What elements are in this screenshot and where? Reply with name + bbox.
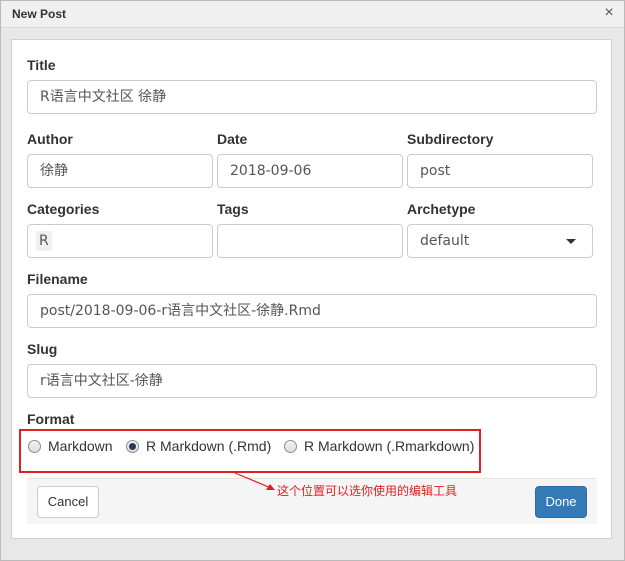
annotation-note: 这个位置可以选你使用的编辑工具 bbox=[277, 484, 458, 498]
radio-unchecked-icon[interactable] bbox=[28, 439, 41, 453]
subdirectory-input[interactable]: post bbox=[407, 154, 593, 188]
cancel-button[interactable]: Cancel bbox=[37, 486, 99, 518]
radio-unchecked-icon[interactable] bbox=[284, 439, 297, 453]
format-option-label: Markdown bbox=[48, 438, 113, 454]
format-option-label: R Markdown (.Rmarkdown) bbox=[304, 438, 475, 454]
dialog-title: New Post bbox=[12, 7, 67, 21]
subdirectory-label: Subdirectory bbox=[407, 131, 494, 147]
title-label: Title bbox=[27, 57, 56, 73]
radio-checked-icon[interactable] bbox=[126, 439, 139, 453]
archetype-select[interactable]: default bbox=[407, 224, 593, 258]
format-label: Format bbox=[27, 411, 75, 427]
dialog-titlebar: New Post × bbox=[1, 1, 624, 28]
arrow-icon bbox=[234, 472, 275, 490]
format-option-rmd[interactable]: R Markdown (.Rmd) bbox=[126, 438, 271, 454]
archetype-label: Archetype bbox=[407, 201, 476, 217]
format-option-label: R Markdown (.Rmd) bbox=[146, 438, 272, 454]
filename-label: Filename bbox=[27, 271, 88, 287]
filename-input[interactable]: post/2018-09-06-r语言中文社区-徐静.Rmd bbox=[27, 294, 597, 328]
categories-input[interactable]: R bbox=[27, 224, 213, 258]
tags-label: Tags bbox=[217, 201, 249, 217]
new-post-dialog: New Post × Title R语言中文社区 徐静 Author 徐静 Da… bbox=[0, 0, 625, 561]
format-option-markdown[interactable]: Markdown bbox=[28, 438, 113, 454]
title-input[interactable]: R语言中文社区 徐静 bbox=[27, 80, 597, 114]
archetype-selected-value: default bbox=[420, 233, 470, 249]
format-option-rmarkdown[interactable]: R Markdown (.Rmarkdown) bbox=[284, 438, 474, 454]
date-label: Date bbox=[217, 131, 248, 147]
category-chip[interactable]: R bbox=[36, 231, 52, 251]
author-label: Author bbox=[27, 131, 73, 147]
close-icon[interactable]: × bbox=[600, 4, 618, 22]
slug-input[interactable]: r语言中文社区-徐静 bbox=[27, 364, 597, 398]
chevron-down-icon bbox=[566, 239, 576, 244]
categories-label: Categories bbox=[27, 201, 100, 217]
author-input[interactable]: 徐静 bbox=[27, 154, 213, 188]
tags-input[interactable] bbox=[217, 224, 403, 258]
date-input[interactable]: 2018-09-06 bbox=[217, 154, 403, 188]
done-button[interactable]: Done bbox=[535, 486, 587, 518]
slug-label: Slug bbox=[27, 341, 58, 357]
